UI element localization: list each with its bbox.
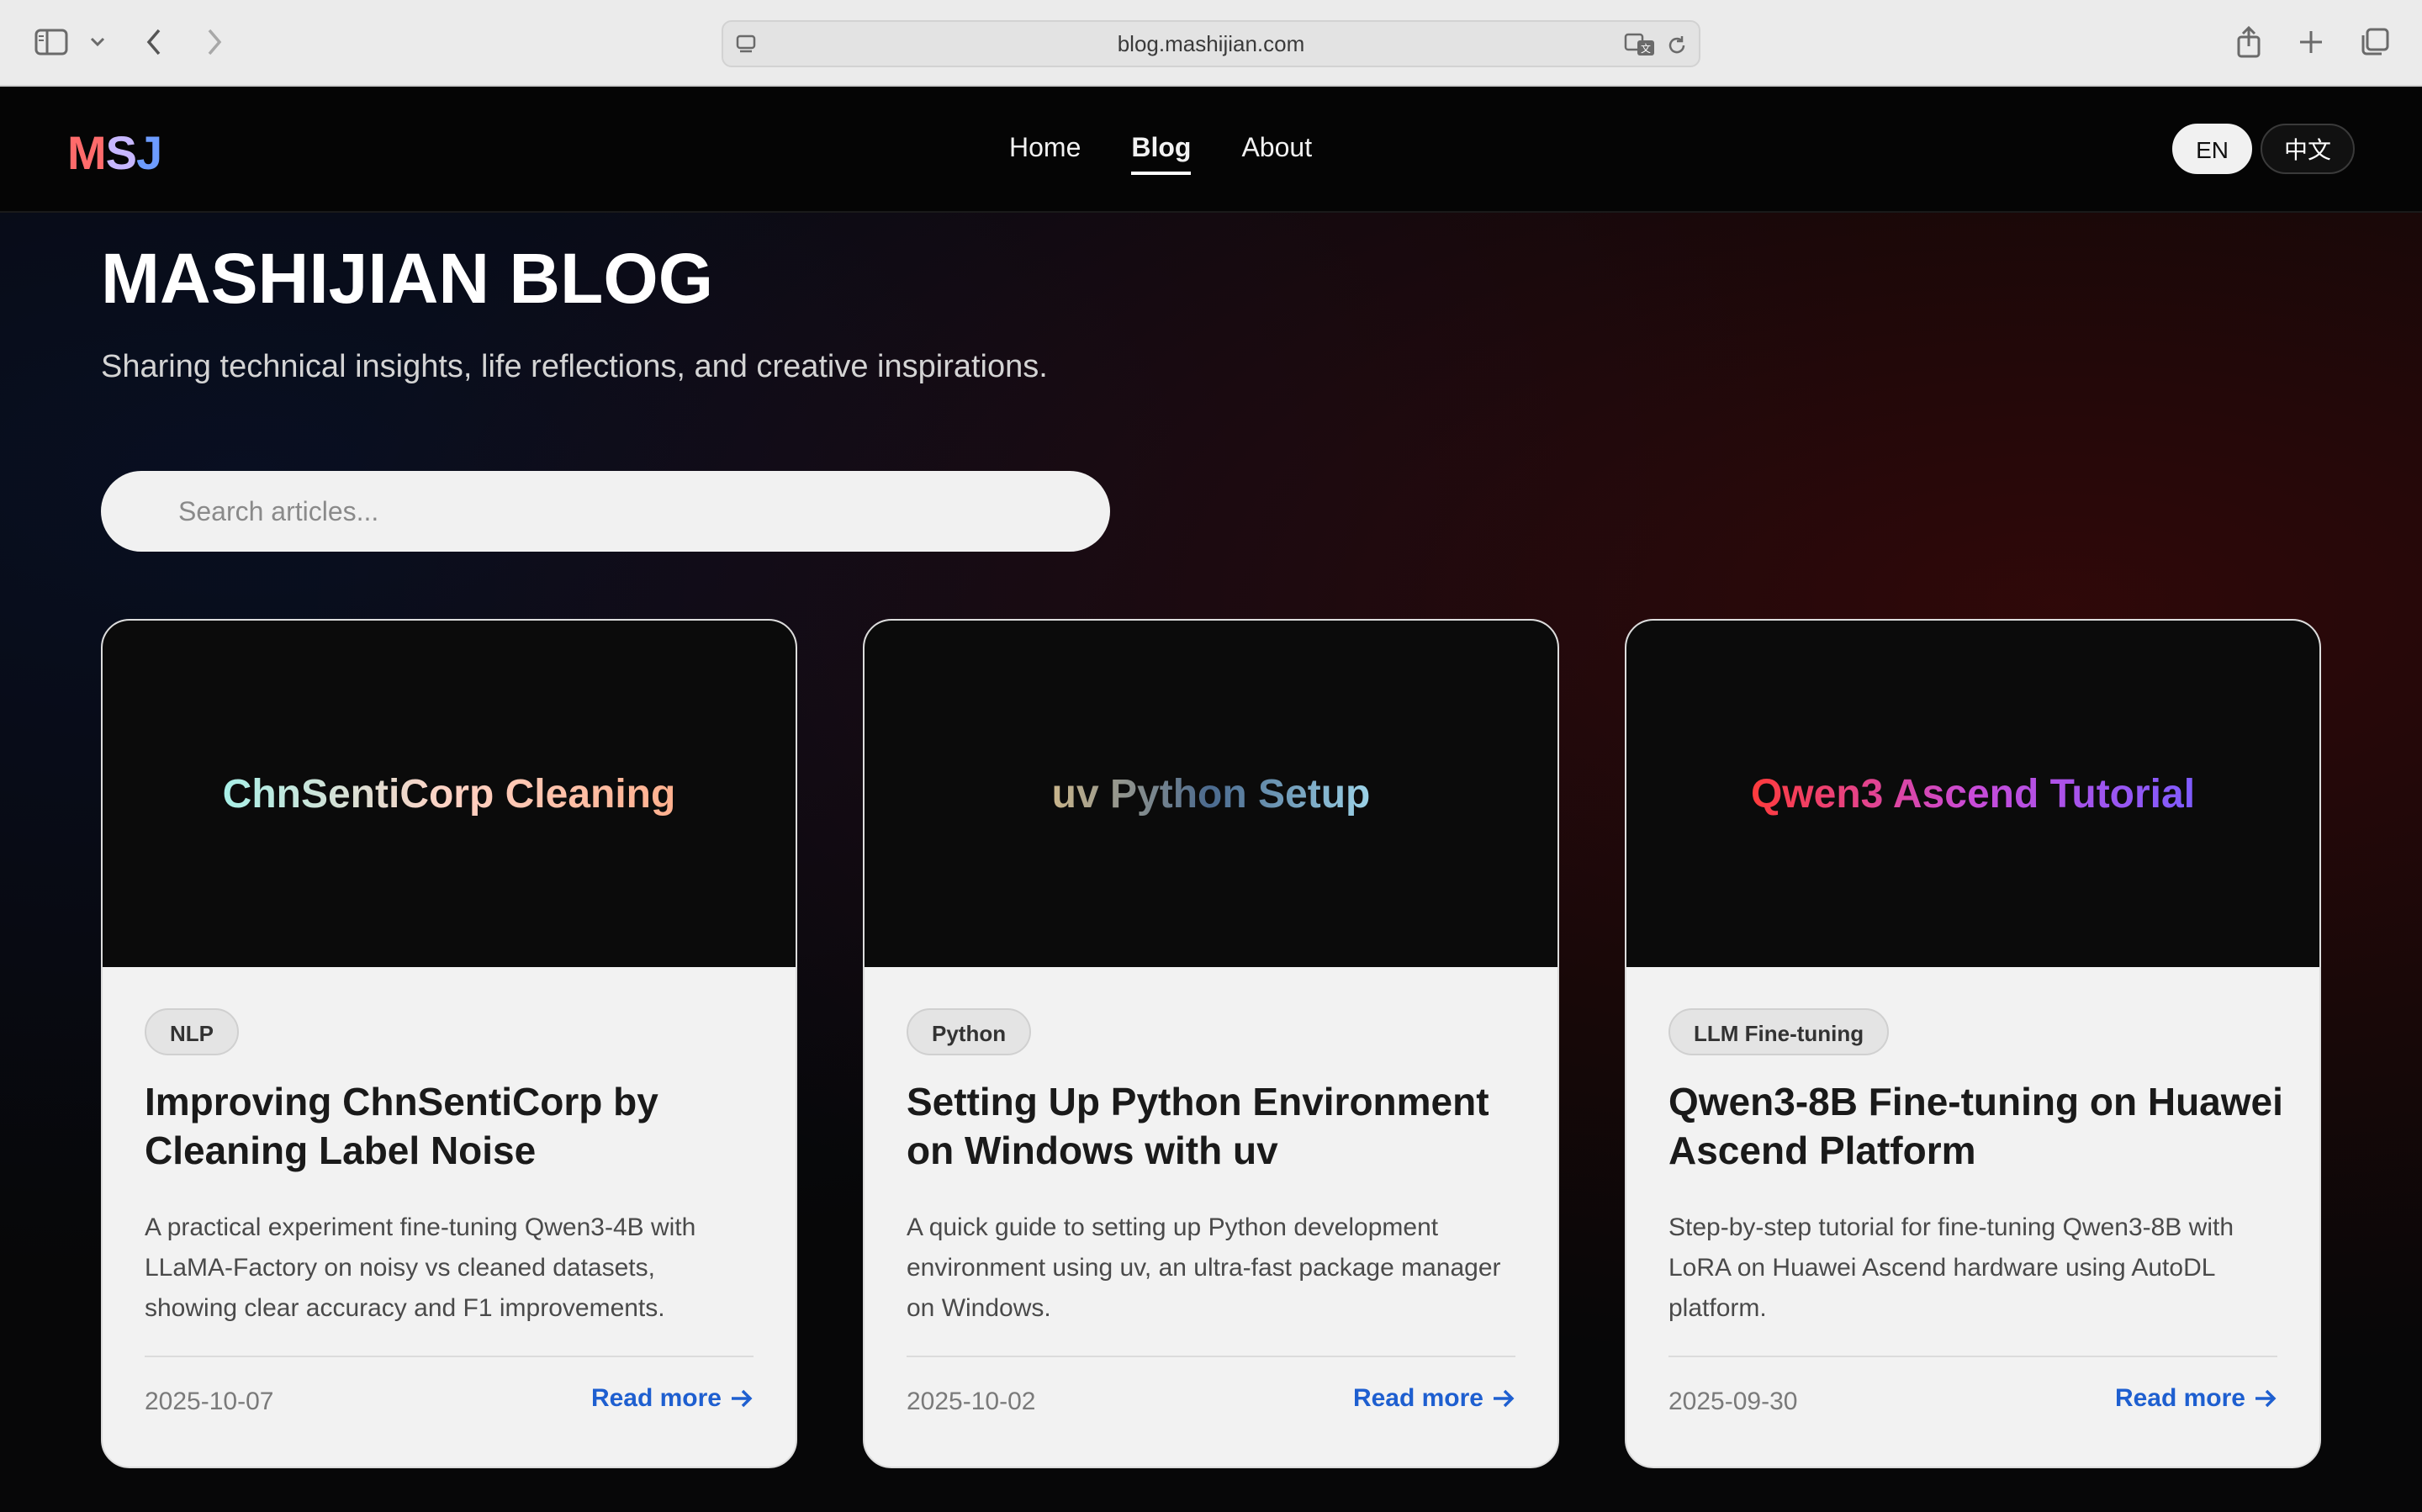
divider — [145, 1356, 754, 1357]
cover-title: ChnSentiCorp Cleaning — [222, 771, 676, 817]
read-more-label: Read more — [590, 1384, 722, 1412]
tab-overview-icon[interactable] — [2358, 25, 2392, 59]
post-cover[interactable]: uv Python Setup — [865, 621, 1557, 967]
reload-icon[interactable] — [1665, 34, 1689, 57]
svg-text:文: 文 — [1641, 42, 1651, 55]
post-card[interactable]: uv Python Setup Python Setting Up Python… — [863, 619, 1559, 1468]
post-card[interactable]: Qwen3 Ascend Tutorial LLM Fine-tuning Qw… — [1625, 619, 2321, 1468]
divider — [907, 1356, 1515, 1357]
sidebar-toggle-icon[interactable] — [32, 25, 71, 59]
site-header: MSJ Home Blog About EN 中文 — [0, 87, 2422, 213]
page-subtitle: Sharing technical insights, life reflect… — [101, 349, 1048, 384]
post-title[interactable]: Improving ChnSentiCorp by Cleaning Label… — [145, 1077, 762, 1175]
post-cover[interactable]: ChnSentiCorp Cleaning — [103, 621, 796, 967]
post-excerpt: A practical experiment fine-tuning Qwen3… — [145, 1213, 696, 1322]
logo-letter: M — [67, 126, 107, 179]
page-title: MASHIJIAN BLOG — [101, 239, 714, 318]
read-more-link[interactable]: Read more — [591, 1384, 754, 1413]
site-logo[interactable]: MSJ — [67, 125, 162, 180]
nav-blog[interactable]: Blog — [1131, 132, 1192, 175]
new-tab-icon[interactable] — [2296, 27, 2326, 57]
post-card[interactable]: ChnSentiCorp Cleaning NLP Improving ChnS… — [101, 619, 797, 1468]
post-title[interactable]: Qwen3-8B Fine-tuning on Huawei Ascend Pl… — [1668, 1077, 2286, 1175]
blog-main: MASHIJIAN BLOG Sharing technical insight… — [0, 213, 2422, 1512]
translate-icon[interactable]: 文 — [1623, 30, 1657, 59]
read-more-link[interactable]: Read more — [2115, 1384, 2277, 1413]
lang-en-button[interactable]: EN — [2172, 124, 2252, 174]
cover-title: uv Python Setup — [1051, 771, 1371, 817]
main-nav: Home Blog About — [1009, 132, 1312, 175]
nav-about[interactable]: About — [1241, 132, 1312, 175]
post-excerpt: A quick guide to setting up Python devel… — [907, 1213, 1501, 1322]
nav-home[interactable]: Home — [1009, 132, 1081, 175]
browser-toolbar: blog.mashijian.com 文 — [0, 0, 2422, 87]
post-grid: ChnSentiCorp Cleaning NLP Improving ChnS… — [101, 619, 2321, 1468]
category-tag[interactable]: LLM Fine-tuning — [1668, 1008, 1890, 1055]
category-tag[interactable]: Python — [907, 1008, 1032, 1055]
logo-letter: J — [136, 126, 162, 179]
back-icon[interactable] — [141, 25, 167, 59]
read-more-label: Read more — [2114, 1384, 2245, 1412]
read-more-link[interactable]: Read more — [1353, 1384, 1515, 1413]
language-switcher: EN 中文 — [2172, 124, 2355, 174]
post-cover[interactable]: Qwen3 Ascend Tutorial — [1626, 621, 2319, 967]
post-date: 2025-10-02 — [907, 1388, 1036, 1415]
arrow-right-icon — [2255, 1389, 2277, 1408]
url-text[interactable]: blog.mashijian.com — [723, 22, 1699, 66]
search-input[interactable] — [101, 471, 1110, 552]
divider — [1668, 1356, 2277, 1357]
post-date: 2025-09-30 — [1668, 1388, 1798, 1415]
post-date: 2025-10-07 — [145, 1388, 274, 1415]
lang-zh-button[interactable]: 中文 — [2260, 124, 2355, 174]
cover-title: Qwen3 Ascend Tutorial — [1750, 771, 2196, 817]
address-bar[interactable]: blog.mashijian.com 文 — [722, 20, 1700, 67]
chevron-down-icon[interactable] — [87, 32, 108, 52]
arrow-right-icon — [732, 1389, 753, 1408]
forward-icon[interactable] — [202, 25, 227, 59]
arrow-right-icon — [1494, 1389, 1515, 1408]
post-title[interactable]: Setting Up Python Environment on Windows… — [907, 1077, 1524, 1175]
logo-letter: S — [105, 126, 137, 179]
read-more-label: Read more — [1352, 1384, 1483, 1412]
category-tag[interactable]: NLP — [145, 1008, 239, 1055]
post-excerpt: Step-by-step tutorial for fine-tuning Qw… — [1668, 1213, 2234, 1322]
share-icon[interactable] — [2234, 24, 2264, 61]
